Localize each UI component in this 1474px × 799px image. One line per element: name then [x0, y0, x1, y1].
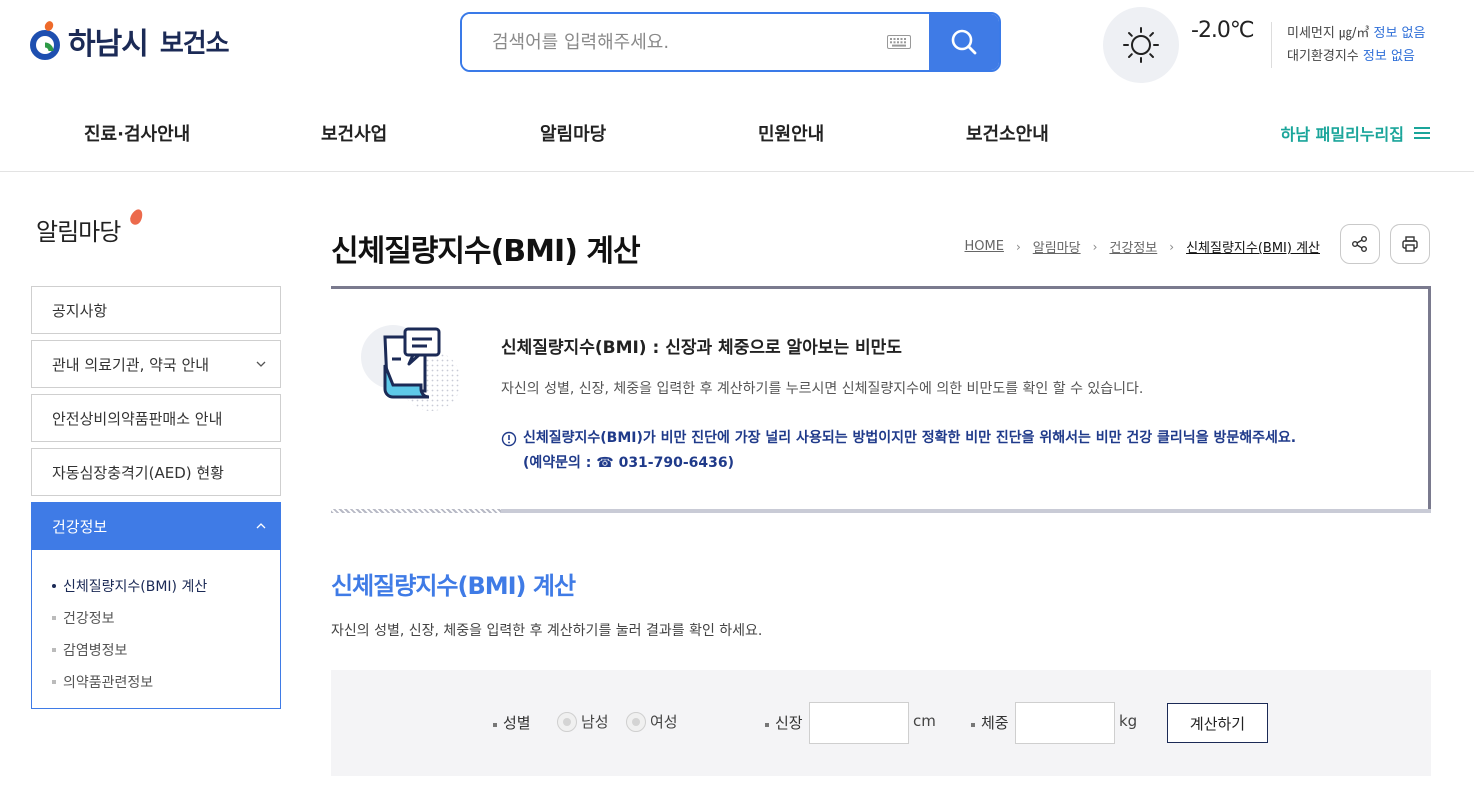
height-unit: cm [913, 712, 936, 730]
submenu-item-medicine-info[interactable]: 의약품관련정보 [52, 666, 280, 698]
site-logo[interactable]: 하남시 보건소 [30, 20, 230, 62]
gnb-item-about[interactable]: 보건소안내 [966, 120, 1049, 146]
breadcrumb-separator-icon: › [1169, 239, 1175, 254]
section-description: 자신의 성별, 신장, 체중을 입력한 후 계산하기를 눌러 결과를 확인 하세… [331, 623, 763, 639]
chevron-down-icon [256, 361, 266, 367]
keyboard-icon[interactable] [869, 14, 929, 70]
share-icon [1352, 236, 1367, 252]
air-index-value: 정보 없음 [1362, 49, 1415, 64]
document-chat-icon [361, 319, 471, 419]
page-title: 신체질량지수(BMI) 계산 [331, 234, 641, 269]
sidebar-item-medical-institutions[interactable]: 관내 의료기관, 약국 안내 [31, 340, 281, 388]
divider [1271, 22, 1272, 68]
sidebar-title: 알림마당 [36, 218, 121, 246]
logo-icon [30, 21, 62, 61]
title-dot-decoration [128, 207, 145, 227]
sidebar-item-notices[interactable]: 공지사항 [31, 286, 281, 334]
print-icon [1402, 236, 1418, 252]
breadcrumb-home[interactable]: HOME [964, 239, 1003, 254]
search-input[interactable] [462, 14, 869, 70]
air-index-label: 대기환경지수 [1287, 49, 1359, 64]
logo-subtitle: 보건소 [159, 28, 230, 59]
intro-warning: 신체질량지수(BMI)가 비만 진단에 가장 널리 사용되는 방법이지만 정확한… [501, 426, 1296, 476]
calculate-button[interactable]: 계산하기 [1167, 703, 1268, 743]
family-site-link[interactable]: 하남 패밀리누리집 [1281, 121, 1430, 145]
sidebar-submenu: 신체질량지수(BMI) 계산 건강정보 감염병정보 의약품관련정보 [31, 550, 281, 709]
section-title: 신체질량지수(BMI) 계산 [331, 572, 576, 600]
search-bar [460, 12, 1001, 72]
sidebar-item-label: 공지사항 [52, 301, 108, 320]
gnb-item-clinic[interactable]: 진료·검사안내 [84, 120, 190, 146]
submenu-item-infectious-disease[interactable]: 감염병정보 [52, 634, 280, 666]
search-icon [951, 29, 977, 55]
submenu-item-bmi[interactable]: 신체질량지수(BMI) 계산 [52, 570, 280, 602]
search-button[interactable] [929, 14, 999, 70]
sidebar-item-label: 관내 의료기관, 약국 안내 [52, 355, 210, 374]
breadcrumb-separator-icon: › [1092, 239, 1098, 254]
family-site-label: 하남 패밀리누리집 [1280, 125, 1404, 144]
weather-icon [1103, 7, 1179, 83]
sidebar-item-label: 건강정보 [52, 517, 108, 536]
warning-text: 신체질량지수(BMI)가 비만 진단에 가장 널리 사용되는 방법이지만 정확한… [523, 430, 1297, 446]
info-icon [501, 431, 517, 446]
height-label: 신장 [765, 712, 803, 733]
gnb-item-health-projects[interactable]: 보건사업 [321, 120, 387, 146]
gender-label: 성별 [493, 712, 531, 733]
print-button[interactable] [1390, 224, 1430, 264]
gender-female-radio[interactable]: 여성 [626, 711, 678, 732]
breadcrumb-current[interactable]: 신체질량지수(BMI) 계산 [1186, 237, 1320, 256]
weight-label: 체중 [971, 712, 1009, 733]
sidebar-item-label: 자동심장충격기(AED) 현황 [52, 463, 224, 482]
gnb-item-civil[interactable]: 민원안내 [758, 120, 824, 146]
intro-box: 신체질량지수(BMI) : 신장과 체중으로 알아보는 비만도 자신의 성별, … [331, 286, 1431, 512]
gender-male-radio[interactable]: 남성 [557, 711, 609, 732]
breadcrumb-separator-icon: › [1015, 239, 1021, 254]
menu-icon [1414, 127, 1430, 139]
logo-text: 하남시 [68, 27, 149, 62]
bmi-form: 성별 남성 여성 신장 cm 체중 kg 계산하기 [331, 670, 1431, 776]
sidebar-item-health-info[interactable]: 건강정보 [31, 502, 281, 550]
weight-input[interactable] [1015, 702, 1115, 744]
intro-bottom-border [331, 509, 1431, 513]
breadcrumb: HOME › 알림마당 › 건강정보 › 신체질량지수(BMI) 계산 [964, 237, 1320, 256]
temperature: -2.0℃ [1191, 18, 1255, 43]
intro-heading: 신체질량지수(BMI) : 신장과 체중으로 알아보는 비만도 [501, 338, 902, 358]
sidebar-menu: 공지사항 관내 의료기관, 약국 안내 안전상비의약품판매소 안내 자동심장충격… [31, 286, 281, 709]
sidebar-item-aed[interactable]: 자동심장충격기(AED) 현황 [31, 448, 281, 496]
share-button[interactable] [1340, 224, 1380, 264]
weight-unit: kg [1119, 712, 1138, 730]
submenu-item-health-info[interactable]: 건강정보 [52, 602, 280, 634]
breadcrumb-health-info[interactable]: 건강정보 [1109, 237, 1157, 256]
breadcrumb-notices[interactable]: 알림마당 [1033, 237, 1081, 256]
fine-dust-label: 미세먼지 ㎍/㎥ [1287, 26, 1370, 41]
sidebar-item-safe-medicine[interactable]: 안전상비의약품판매소 안내 [31, 394, 281, 442]
air-quality: 미세먼지 ㎍/㎥ 정보 없음 대기환경지수 정보 없음 [1287, 22, 1425, 68]
intro-description: 자신의 성별, 신장, 체중을 입력한 후 계산하기를 누르시면 신체질량지수에… [501, 381, 1144, 397]
reservation-phone: (예약문의 : ☎ 031-790-6436) [523, 455, 735, 471]
sidebar-item-label: 안전상비의약품판매소 안내 [52, 409, 223, 428]
main-navigation: 진료·검사안내 보건사업 알림마당 민원안내 보건소안내 하남 패밀리누리집 [0, 100, 1474, 172]
gnb-item-notices[interactable]: 알림마당 [540, 120, 606, 146]
height-input[interactable] [809, 702, 909, 744]
fine-dust-value: 정보 없음 [1373, 26, 1426, 41]
chevron-up-icon [256, 523, 266, 529]
